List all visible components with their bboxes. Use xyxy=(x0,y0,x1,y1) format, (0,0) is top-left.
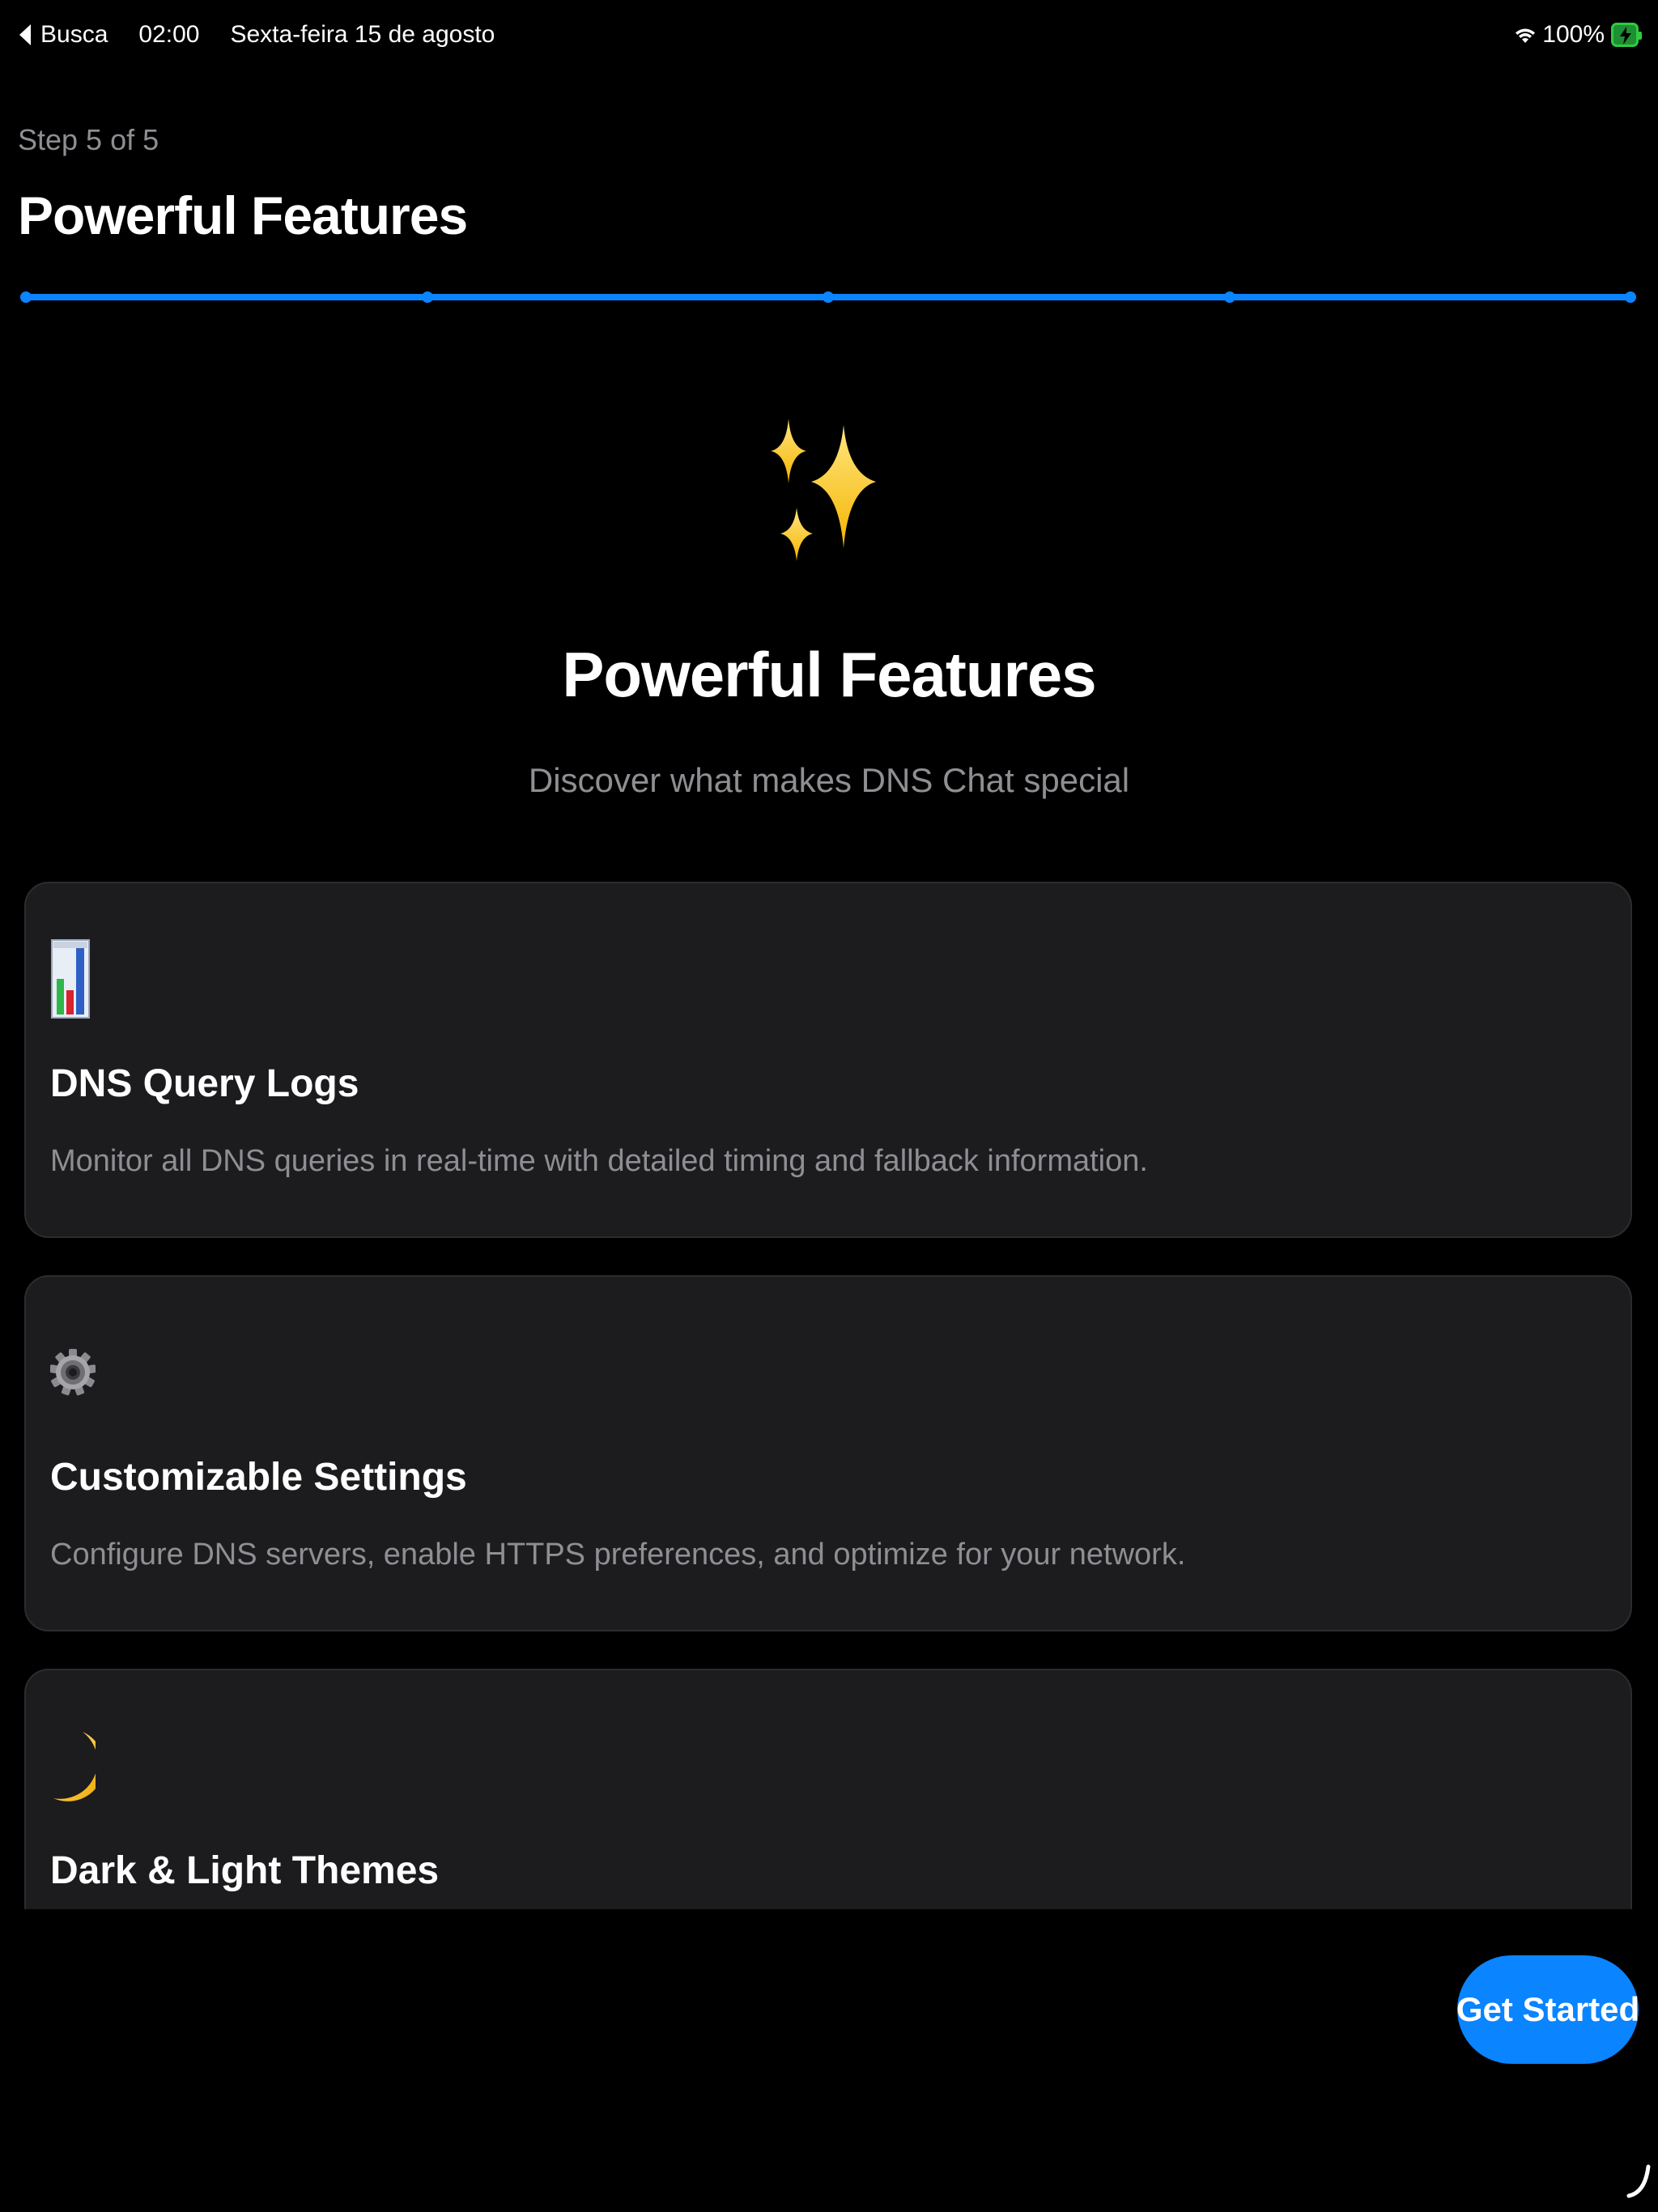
wifi-icon xyxy=(1515,25,1536,45)
status-date: Sexta-feira 15 de agosto xyxy=(230,21,495,48)
back-arrow-icon[interactable] xyxy=(19,24,31,45)
feature-card-customizable-settings: Customizable Settings Configure DNS serv… xyxy=(24,1275,1632,1631)
get-started-button[interactable]: Get Started xyxy=(1456,1955,1639,2064)
feature-list[interactable]: DNS Query Logs Monitor all DNS queries i… xyxy=(0,878,1658,1909)
back-to-app-link[interactable]: Busca xyxy=(40,21,108,49)
feature-description: Configure DNS servers, enable HTTPS pref… xyxy=(50,1538,1186,1572)
hero-title: Powerful Features xyxy=(562,639,1096,710)
step-indicator: Step 5 of 5 xyxy=(18,123,159,156)
hero-subtitle: Discover what makes DNS Chat special xyxy=(528,761,1130,799)
progress-step-marker xyxy=(823,291,834,303)
progress-step-marker xyxy=(1625,291,1636,303)
bar-chart-icon xyxy=(50,938,96,1019)
feature-title: Dark & Light Themes xyxy=(50,1849,440,1892)
page-title: Powerful Features xyxy=(18,185,468,245)
feature-card-dns-query-logs: DNS Query Logs Monitor all DNS queries i… xyxy=(24,882,1632,1238)
feature-title: DNS Query Logs xyxy=(50,1062,359,1105)
resize-handle-icon[interactable] xyxy=(1626,2162,1653,2199)
progress-step-marker xyxy=(20,291,32,303)
battery-charging-icon xyxy=(1611,23,1642,47)
battery-percent: 100% xyxy=(1542,21,1605,48)
feature-description: Monitor all DNS queries in real-time wit… xyxy=(50,1144,1148,1178)
status-bar: Busca 02:00 Sexta-feira 15 de agosto 100… xyxy=(0,0,1658,74)
sparkles-icon xyxy=(764,409,894,579)
crescent-moon-icon xyxy=(50,1725,104,1806)
feature-card-dark-light-themes: Dark & Light Themes xyxy=(24,1669,1632,1909)
status-left: Busca 02:00 Sexta-feira 15 de agosto xyxy=(19,21,495,49)
feature-title: Customizable Settings xyxy=(50,1456,467,1499)
gear-icon xyxy=(49,1332,97,1413)
progress-step-marker xyxy=(1223,291,1235,303)
status-right: 100% xyxy=(1515,21,1642,49)
progress-step-marker xyxy=(421,291,433,303)
status-time: 02:00 xyxy=(138,21,200,48)
onboarding-progress-bar xyxy=(20,291,1636,303)
